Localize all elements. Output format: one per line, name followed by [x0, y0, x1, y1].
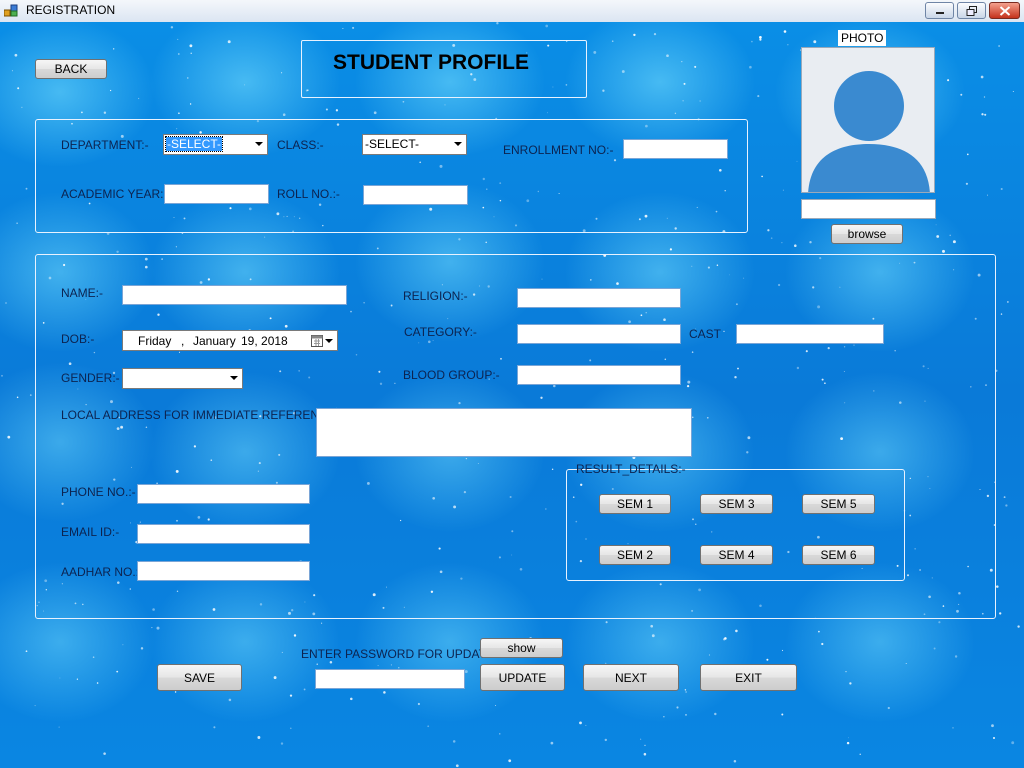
religion-label: RELIGION:- — [403, 289, 468, 303]
religion-input[interactable] — [517, 288, 681, 308]
sem-3-button[interactable]: SEM 3 — [700, 494, 773, 514]
close-icon — [999, 5, 1010, 16]
sem-6-button[interactable]: SEM 6 — [802, 545, 875, 565]
dob-date-picker[interactable]: Friday , January 19, 2018 — [122, 330, 338, 351]
name-label: NAME:- — [61, 286, 103, 300]
category-label: CATEGORY:- — [404, 325, 477, 339]
restore-button[interactable] — [957, 2, 986, 19]
sem-4-button[interactable]: SEM 4 — [700, 545, 773, 565]
phone-label: PHONE NO.:- — [61, 485, 136, 499]
class-dropdown[interactable]: -SELECT- — [362, 134, 467, 155]
address-textarea[interactable] — [316, 408, 692, 457]
category-input[interactable] — [517, 324, 681, 344]
dob-separator: , — [181, 334, 185, 348]
enrollment-input[interactable] — [623, 139, 728, 159]
photo-label: PHOTO — [838, 30, 887, 46]
department-dropdown[interactable]: -SELECT- — [163, 134, 268, 155]
dob-date: 19, 2018 — [241, 334, 288, 348]
roll-no-input[interactable] — [363, 185, 468, 205]
update-button[interactable]: UPDATE — [480, 664, 565, 691]
blood-group-input[interactable] — [517, 365, 681, 385]
app-icon — [4, 4, 18, 17]
email-label: EMAIL ID:- — [61, 525, 120, 539]
password-label: ENTER PASSWORD FOR UPDATE — [301, 647, 494, 661]
blood-group-label: BLOOD GROUP:- — [403, 368, 500, 382]
academic-year-label: ACADEMIC YEAR:- — [61, 187, 168, 201]
next-button[interactable]: NEXT — [583, 664, 679, 691]
email-input[interactable] — [137, 524, 310, 544]
sem-5-button[interactable]: SEM 5 — [802, 494, 875, 514]
minimize-button[interactable] — [925, 2, 954, 19]
department-selected-value: -SELECT- — [164, 136, 224, 152]
sem-2-button[interactable]: SEM 2 — [599, 545, 671, 565]
person-silhouette-icon — [808, 71, 930, 192]
dob-day: Friday — [138, 334, 172, 348]
cast-input[interactable] — [736, 324, 884, 344]
enrollment-label: ENROLLMENT NO:- — [503, 143, 614, 157]
window-title: REGISTRATION — [26, 3, 116, 17]
chevron-down-icon — [454, 142, 462, 146]
back-button[interactable]: BACK — [35, 59, 107, 79]
show-password-button[interactable]: show — [480, 638, 563, 658]
chevron-down-icon[interactable] — [325, 339, 333, 343]
address-label: LOCAL ADDRESS FOR IMMEDIATE REFERENCE:- — [61, 408, 344, 422]
dob-month: January — [193, 334, 236, 348]
aadhar-input[interactable] — [137, 561, 310, 581]
phone-input[interactable] — [137, 484, 310, 504]
exit-button[interactable]: EXIT — [700, 664, 797, 691]
department-label: DEPARTMENT:- — [61, 138, 149, 152]
browse-button[interactable]: browse — [831, 224, 903, 244]
minimize-icon — [935, 11, 944, 14]
class-selected-value: -SELECT- — [365, 137, 420, 151]
chevron-down-icon — [230, 376, 238, 380]
close-button[interactable] — [989, 2, 1020, 19]
save-button[interactable]: SAVE — [157, 664, 242, 691]
academic-year-input[interactable] — [164, 184, 269, 204]
password-input[interactable] — [315, 669, 465, 689]
cast-label: CAST — [689, 327, 722, 341]
sem-1-button[interactable]: SEM 1 — [599, 494, 671, 514]
calendar-icon[interactable] — [311, 335, 323, 347]
window-title-bar[interactable]: REGISTRATION — [0, 0, 1024, 23]
chevron-down-icon — [255, 142, 263, 146]
aadhar-label: AADHAR NO.:- — [61, 565, 144, 579]
photo-path-field[interactable] — [801, 199, 936, 219]
name-input[interactable] — [122, 285, 347, 305]
gender-label: GENDER:- — [61, 371, 120, 385]
photo-picture-box[interactable] — [801, 47, 935, 193]
dob-label: DOB:- — [61, 332, 95, 346]
page-title: STUDENT PROFILE — [333, 51, 530, 74]
result-details-caption: RESULT_DETAILS:- — [576, 462, 686, 476]
gender-dropdown[interactable] — [122, 368, 243, 389]
restore-icon — [966, 5, 977, 16]
class-label: CLASS:- — [277, 138, 324, 152]
form-client-area: BACK STUDENT PROFILE PHOTO browse DEPART… — [0, 22, 1024, 768]
roll-no-label: ROLL NO.:- — [277, 187, 340, 201]
